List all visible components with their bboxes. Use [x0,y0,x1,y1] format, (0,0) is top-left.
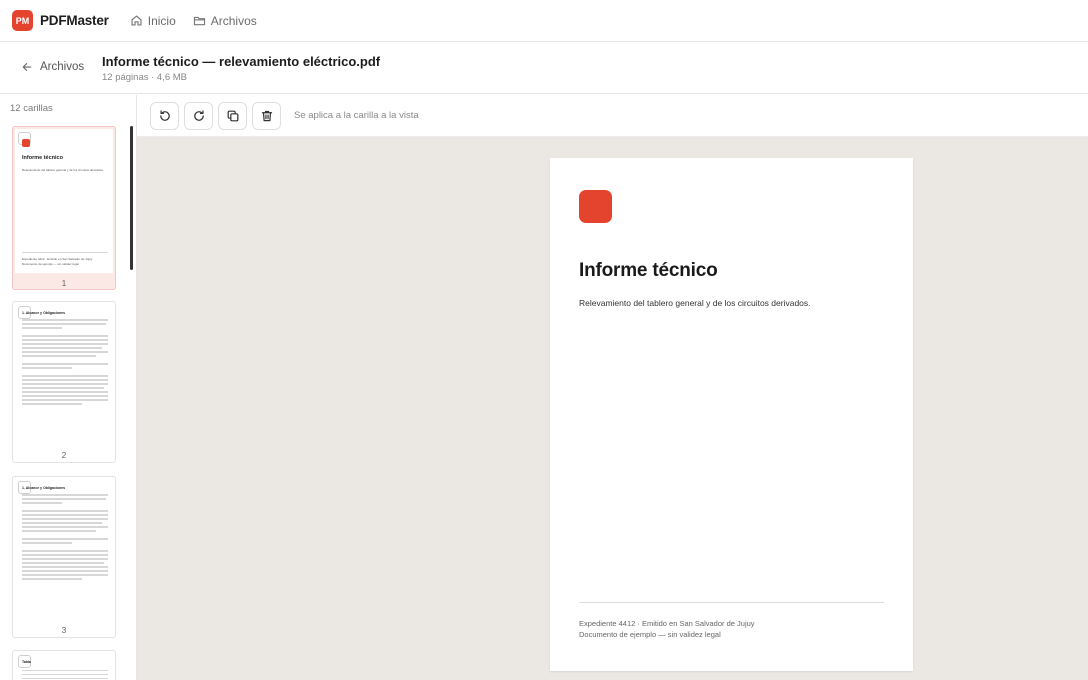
home-icon [131,15,142,26]
thumbnail-line [22,391,108,393]
thumbnail-page-number: 3 [61,625,67,635]
nav-home-link[interactable]: Inicio [130,14,176,28]
current-page: Informe técnico Relevamiento del tablero… [550,158,913,671]
thumbnail-footer: Expediente 4412 · Emitido en San Salvado… [22,257,93,261]
document-logo [579,190,612,223]
thumbnail-line [22,566,108,568]
back-to-files-button[interactable]: Archivos [21,61,84,73]
thumbnail-line [22,542,72,544]
thumbnail-line [22,387,104,389]
thumbnail-line [22,403,82,405]
thumbnail-line [22,562,104,564]
thumbnail-line [22,670,108,671]
thumbnail-line [22,570,108,572]
thumbnail-page-preview: Informe técnico Relevamiento del tablero… [15,129,113,273]
nav-home-label: Inicio [147,13,176,28]
thumbnail-line [22,399,108,401]
thumbnail-line [22,574,108,576]
thumbnail-page-number: 1 [61,278,67,288]
thumbnail-line [22,522,102,524]
duplicate-button[interactable] [218,102,247,130]
thumbnail-line [22,363,108,365]
thumbnail-line [22,351,108,353]
arrow-left-icon [22,63,32,71]
rotate-left-icon [159,110,170,121]
thumbnail-page-preview: 1. Alcance y Obligaciones [15,304,113,446]
thumbnail-line [22,514,108,516]
thumbnail-line [22,518,108,520]
app-logo[interactable]: PM [12,10,33,31]
page-heading: Informe técnico [579,260,718,281]
thumbnail-line [22,558,108,560]
thumbnail-line [22,498,106,500]
duplicate-icon [227,110,238,122]
thumbnail-footer: Documento de ejemplo — sin validez legal [22,262,79,266]
thumbnail-line [22,526,108,528]
page-thumbnail-4[interactable]: Tabla [12,650,116,680]
thumbnail-sidebar[interactable]: 12 carillas Informe técnico Relevamiento… [0,95,137,680]
sidebar-scrollbar[interactable] [130,126,133,270]
thumbnail-line [22,327,62,329]
page-subtitle: Relevamiento del tablero general y de lo… [579,298,811,308]
back-label: Archivos [40,61,85,73]
page-toolbar: Se aplica a la carilla a la vista [137,95,1088,137]
thumbnail-page-preview: 1. Alcance y Obligaciones [15,479,113,621]
brand-name[interactable]: PDFMaster [40,13,109,28]
thumbnail-line [22,343,108,345]
thumbnail-logo [22,139,30,147]
thumbnail-line [22,323,106,325]
document-meta: 12 páginas · 4,6 MB [102,72,188,83]
thumbnail-line [22,367,72,369]
thumbnail-line [22,502,62,504]
nav-files-label: Archivos [210,13,257,28]
thumbnail-line [22,339,108,341]
thumbnail-line [22,510,108,512]
thumbnail-line [22,674,108,675]
thumbnail-title: Tabla [22,660,31,664]
trash-icon [261,110,272,122]
thumbnail-line [22,375,108,377]
toolbar-hint: Se aplica a la carilla a la vista [294,110,419,121]
thumbnail-line [22,494,108,496]
thumbnail-page-number: 2 [61,450,67,460]
page-viewer[interactable]: Informe técnico Relevamiento del tablero… [137,137,1088,680]
thumbnail-page-preview: Tabla [15,653,113,680]
rotate-left-button[interactable] [150,102,179,130]
thumbnail-line [22,347,102,349]
page-thumbnail-2[interactable]: 1. Alcance y Obligaciones 2 [12,301,116,463]
thumbnail-line [22,550,108,552]
thumbnail-title: 1. Alcance y Obligaciones [22,486,66,490]
page-thumbnail-3[interactable]: 1. Alcance y Obligaciones 3 [12,476,116,638]
delete-button[interactable] [252,102,281,130]
thumbnail-line [22,355,96,357]
thumbnail-line [22,335,108,337]
thumbnail-line [22,383,108,385]
rotate-right-icon [193,110,204,121]
rotate-right-button[interactable] [184,102,213,130]
page-footer-line-1: Expediente 4412 · Emitido en San Salvado… [579,619,755,628]
document-title: Informe técnico — relevamiento eléctrico… [102,54,381,69]
thumbnail-line [22,530,96,532]
thumbnail-rule [22,252,108,253]
nav-files-link[interactable]: Archivos [193,14,257,28]
sheet-count: 12 carillas [10,103,53,114]
thumbnail-line [22,678,108,679]
thumbnail-line [22,538,108,540]
thumbnail-text: Relevamiento del tablero general y de lo… [22,168,104,172]
thumbnail-line [22,379,108,381]
page-divider [579,602,884,603]
page-thumbnail-1[interactable]: Informe técnico Relevamiento del tablero… [12,126,116,290]
document-header: Archivos Informe técnico — relevamiento … [0,42,1088,94]
thumbnail-title: 1. Alcance y Obligaciones [22,311,66,315]
thumbnail-line [22,554,108,556]
folder-icon [193,16,205,26]
thumbnail-title: Informe técnico [22,155,63,161]
top-nav-bar: PM PDFMaster Inicio Archivos [0,0,1088,42]
thumbnail-line [22,395,108,397]
thumbnail-line [22,319,108,321]
thumbnail-line [22,578,82,580]
page-footer-line-2: Documento de ejemplo — sin validez legal [579,630,721,639]
